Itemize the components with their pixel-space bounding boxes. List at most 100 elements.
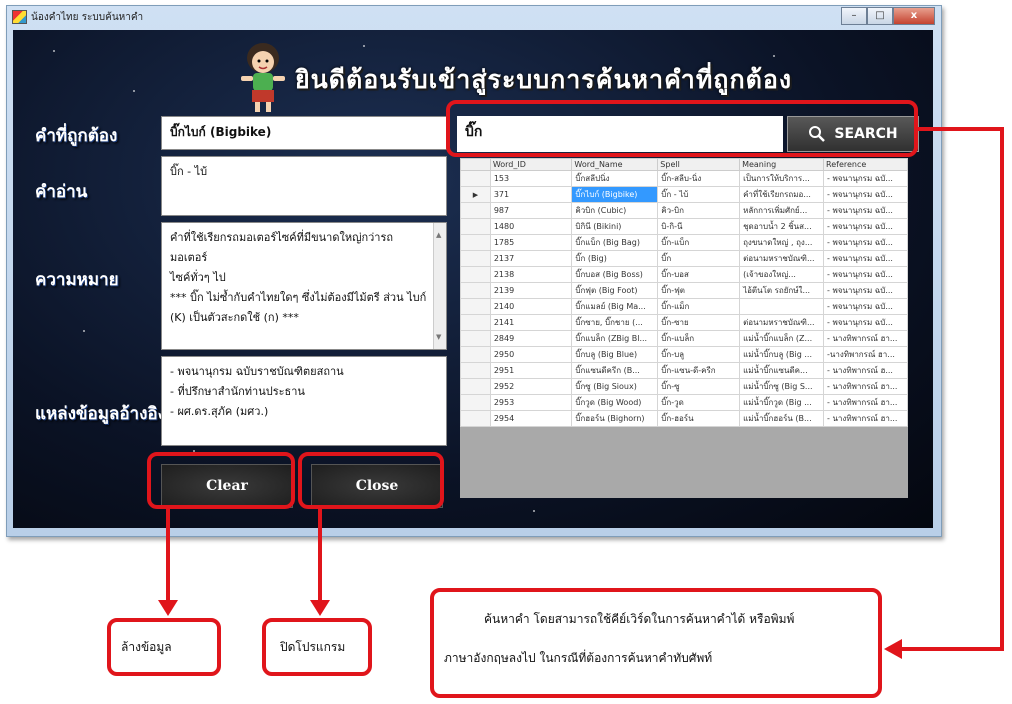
reference-field[interactable]: - พจนานุกรม ฉบับราชบัณฑิตยสถาน - ที่ปรึก… (161, 356, 447, 446)
table-cell[interactable]: - พจนานุกรม ฉบั... (823, 234, 908, 251)
table-row[interactable]: 2952 บิ๊กซู (Big Sioux) บิ๊ก-ซู แม่น้ำบิ๊กซ… (460, 378, 908, 395)
table-cell[interactable]: แม่น้ำบิ๊กแบล็ก (Z... (739, 330, 825, 347)
row-indicator[interactable] (460, 410, 491, 427)
table-cell[interactable]: บิ๊ก-วูด (657, 394, 741, 411)
table-cell[interactable]: 2849 (489, 330, 573, 347)
meaning-field[interactable]: คำที่ใช้เรียกรถมอเตอร์ไซค์ที่มีขนาดใหญ่ก… (161, 222, 447, 350)
table-cell[interactable]: บิ๊ก-แซน-ดี-ครีก (657, 362, 741, 379)
table-cell[interactable]: บิ๊กฟุต (Big Foot) (571, 282, 659, 299)
row-indicator[interactable] (460, 218, 491, 235)
table-cell[interactable]: - พจนานุกรม ฉบั... (823, 250, 908, 267)
meaning-scrollbar[interactable]: ▲ ▼ (433, 223, 446, 349)
table-cell[interactable]: 2954 (489, 410, 573, 427)
table-cell[interactable]: แม่น้ำบิ๊กแซนดีค... (739, 362, 825, 379)
table-row[interactable]: 2953 บิ๊กวูด (Big Wood) บิ๊ก-วูด แม่น้ำบิ๊ก… (460, 394, 908, 411)
row-indicator[interactable] (460, 250, 491, 267)
table-cell[interactable]: แม่น้ำบิ๊กวูด (Big ... (739, 394, 825, 411)
table-cell[interactable]: บิ๊ก-บอส (657, 266, 741, 283)
table-row[interactable]: 2954 บิ๊กฮอร์น (Bighorn) บิ๊ก-ฮอร์น แม่น้ำบ… (460, 410, 908, 427)
table-cell[interactable]: คิว-บิก (657, 202, 741, 219)
table-cell[interactable]: แม่น้ำบิ๊กซู (Big S... (739, 378, 825, 395)
table-cell[interactable]: 987 (489, 202, 573, 219)
table-cell[interactable]: 1785 (489, 234, 573, 251)
table-cell[interactable]: ถุงขนาดใหญ่ , ถุง... (739, 234, 825, 251)
table-cell[interactable]: บิ๊ก-สลีบ-นิ่ง (657, 170, 741, 187)
table-cell[interactable]: บิ๊ก-แบ็ก (657, 234, 741, 251)
table-cell[interactable]: บิ๊ก-ฟุต (657, 282, 741, 299)
col-header-spell[interactable]: Spell (657, 158, 741, 171)
table-cell[interactable]: บิ๊ก-บลู (657, 346, 741, 363)
table-cell[interactable]: บิ๊กแบ็ก (Big Bag) (571, 234, 659, 251)
row-indicator[interactable] (460, 282, 491, 299)
correct-word-field[interactable]: บิ๊กไบก์ (Bigbike) (161, 116, 447, 150)
col-header-meaning[interactable]: Meaning (739, 158, 825, 171)
table-row[interactable]: 2950 บิ๊กบลู (Big Blue) บิ๊ก-บลู แม่น้ำบิ๊ก… (460, 346, 908, 363)
table-cell[interactable]: บิ๊กวูด (Big Wood) (571, 394, 659, 411)
row-indicator[interactable] (460, 314, 491, 331)
table-cell[interactable]: บิ๊กซาย, บิ๊กชาย (... (571, 314, 659, 331)
table-cell[interactable]: ต่อนามหราชบัณฑิ... (739, 314, 825, 331)
table-cell[interactable]: 2950 (489, 346, 573, 363)
table-row[interactable]: ▶ 371 บิ๊กไบก์ (Bigbike) บิ๊ก - ไบ้ คำที่ใช้… (460, 186, 908, 203)
col-header-reference[interactable]: Reference (823, 158, 908, 171)
table-cell[interactable] (739, 298, 825, 315)
table-cell[interactable]: บิ๊กฮอร์น (Bighorn) (571, 410, 659, 427)
table-cell[interactable]: 2141 (489, 314, 573, 331)
table-cell[interactable]: - พจนานุกรม ฉบั... (823, 202, 908, 219)
table-cell[interactable]: บิ๊กสลีปนิ่ง (571, 170, 659, 187)
table-cell[interactable]: แม่น้ำบิ๊กฮอร์น (B... (739, 410, 825, 427)
row-indicator[interactable] (460, 234, 491, 251)
table-cell[interactable]: บิ๊ก - ไบ้ (657, 186, 741, 203)
table-cell[interactable]: - พจนานุกรม ฉบั... (823, 314, 908, 331)
table-cell[interactable]: - นางทิพากรณ์ ฮา... (823, 330, 908, 347)
table-cell[interactable]: 2140 (489, 298, 573, 315)
table-row[interactable]: 1785 บิ๊กแบ็ก (Big Bag) บิ๊ก-แบ็ก ถุงขนาดให… (460, 234, 908, 251)
table-cell[interactable]: 2951 (489, 362, 573, 379)
table-cell[interactable]: - นางทิพากรณ์ ฮา... (823, 378, 908, 395)
table-cell[interactable]: บิ๊กบอส (Big Boss) (571, 266, 659, 283)
table-cell[interactable]: -นางทิพากรณ์ ฮา... (823, 346, 908, 363)
row-indicator[interactable] (460, 170, 491, 187)
table-row[interactable]: 2849 บิ๊กแบล็ก (ZBig Bl... บิ๊ก-แบล็ก แม่น้… (460, 330, 908, 347)
table-cell[interactable]: บิ๊ก (657, 250, 741, 267)
table-cell[interactable]: แม่น้ำบิ๊กบลู (Big ... (739, 346, 825, 363)
table-cell[interactable]: - นางทิพากรณ์ ฮา... (823, 410, 908, 427)
table-cell[interactable]: 371 (489, 186, 573, 203)
table-cell[interactable]: - พจนานุกรม ฉบั... (823, 298, 908, 315)
table-row[interactable]: 2137 บิ๊ก (Big) บิ๊ก ต่อนามหราชบัณฑิ... - พจ… (460, 250, 908, 267)
reading-field[interactable]: บิ๊ก - ไบ้ (161, 156, 447, 216)
col-header-word-name[interactable]: Word_Name (571, 158, 659, 171)
col-header-word-id[interactable]: Word_ID (489, 158, 573, 171)
table-cell[interactable]: 2139 (489, 282, 573, 299)
table-cell[interactable]: ชุดอาบน้ำ 2 ชิ้นส... (739, 218, 825, 235)
table-cell[interactable]: 2137 (489, 250, 573, 267)
table-cell[interactable]: ไอ้ตีนโต รถยักษ์ใ... (739, 282, 825, 299)
table-cell[interactable]: เป็นการให้บริการ... (739, 170, 825, 187)
table-row[interactable]: 2138 บิ๊กบอส (Big Boss) บิ๊ก-บอส (เจ้าของให… (460, 266, 908, 283)
table-cell[interactable]: บิ๊ก-แบล็ก (657, 330, 741, 347)
table-row[interactable]: 2139 บิ๊กฟุต (Big Foot) บิ๊ก-ฟุต ไอ้ตีนโต ร… (460, 282, 908, 299)
row-indicator[interactable] (460, 330, 491, 347)
table-cell[interactable]: (เจ้าของใหญ่... (739, 266, 825, 283)
row-indicator[interactable] (460, 394, 491, 411)
table-cell[interactable]: - พจนานุกรม ฉบั... (823, 266, 908, 283)
table-cell[interactable]: บิ๊ก-ฮอร์น (657, 410, 741, 427)
row-indicator[interactable] (460, 202, 491, 219)
table-cell[interactable]: - นางทิพากรณ์ ฮา... (823, 394, 908, 411)
row-indicator[interactable] (460, 298, 491, 315)
table-cell[interactable]: บิ๊กไบก์ (Bigbike) (571, 186, 659, 203)
table-cell[interactable]: บิ๊กแซนดีครีก (B... (571, 362, 659, 379)
table-row[interactable]: 2141 บิ๊กซาย, บิ๊กชาย (... บิ๊ก-ซาย ต่อนามห… (460, 314, 908, 331)
table-cell[interactable]: บิ๊กแมลย์ (Big Ma... (571, 298, 659, 315)
row-indicator[interactable] (460, 346, 491, 363)
table-cell[interactable]: 2952 (489, 378, 573, 395)
minimize-button[interactable]: – (841, 7, 867, 25)
table-cell[interactable]: บิ๊กบลู (Big Blue) (571, 346, 659, 363)
table-cell[interactable]: 1480 (489, 218, 573, 235)
row-indicator[interactable] (460, 378, 491, 395)
table-row[interactable]: 2140 บิ๊กแมลย์ (Big Ma... บิ๊ก-แม็ก - พจนาน… (460, 298, 908, 315)
table-cell[interactable]: บิ๊กแบล็ก (ZBig Bl... (571, 330, 659, 347)
row-indicator[interactable] (460, 362, 491, 379)
table-cell[interactable]: - พจนานุกรม ฉบั... (823, 186, 908, 203)
table-cell[interactable]: 2138 (489, 266, 573, 283)
